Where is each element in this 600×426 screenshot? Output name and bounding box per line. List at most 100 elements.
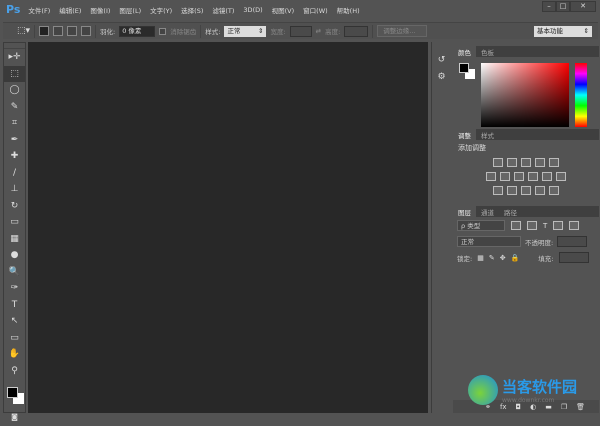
new-selection-icon[interactable]: [39, 26, 50, 36]
width-input[interactable]: [289, 25, 312, 37]
foreground-color[interactable]: [459, 63, 469, 73]
move-tool[interactable]: ▸✛: [4, 49, 25, 66]
crop-tool[interactable]: ⌗: [4, 115, 25, 132]
filter-type-icon[interactable]: T: [543, 222, 547, 230]
marquee-tool[interactable]: ⬚: [4, 65, 25, 82]
right-panels: 颜色 色板 调整 样式 添加调整 图层 通道 路径 ρ 类型 T 正常 不透明度…: [453, 42, 599, 413]
hue-saturation-icon[interactable]: [486, 172, 496, 181]
invert-icon[interactable]: [493, 186, 503, 195]
marquee-preset-icon[interactable]: ⬚▾: [17, 26, 30, 36]
black-white-icon[interactable]: [514, 172, 524, 181]
path-select-tool[interactable]: ↖: [4, 313, 25, 330]
properties-icon[interactable]: ⚙: [432, 69, 451, 86]
dodge-tool[interactable]: 🔍: [4, 264, 25, 281]
filter-smart-icon[interactable]: [569, 221, 580, 230]
foreground-color[interactable]: [7, 387, 18, 398]
menu-window[interactable]: 窗口(W): [303, 5, 328, 15]
menu-type[interactable]: 文字(Y): [150, 5, 172, 15]
canvas-area[interactable]: [28, 42, 428, 413]
menu-select[interactable]: 选择(S): [181, 5, 203, 15]
fill-input[interactable]: [558, 252, 589, 263]
tab-color[interactable]: 颜色: [453, 46, 476, 57]
gradient-tool[interactable]: ▦: [4, 231, 25, 248]
color-picker-field[interactable]: [481, 63, 569, 127]
maximize-button[interactable]: □: [556, 1, 570, 12]
add-selection-icon[interactable]: [53, 26, 64, 36]
color-lookup-icon[interactable]: [556, 172, 566, 181]
menu-edit[interactable]: 编辑(E): [59, 5, 81, 15]
history-icon[interactable]: ↺: [432, 52, 451, 69]
color-balance-icon[interactable]: [500, 172, 510, 181]
adjust-panel-tabs: 调整 样式: [453, 129, 599, 140]
photo-filter-icon[interactable]: [528, 172, 538, 181]
shape-tool[interactable]: ▭: [4, 330, 25, 347]
hue-slider[interactable]: [575, 63, 587, 127]
filter-adjust-icon[interactable]: [527, 221, 537, 230]
menu-image[interactable]: 图像(I): [90, 5, 110, 15]
eraser-tool[interactable]: ▭: [4, 214, 25, 231]
lasso-tool[interactable]: ◯: [4, 82, 25, 99]
trash-icon[interactable]: 🗑: [576, 403, 585, 411]
layer-filter-select[interactable]: ρ 类型: [457, 220, 505, 231]
menu-3d[interactable]: 3D(D): [243, 6, 262, 14]
subtract-selection-icon[interactable]: [67, 26, 78, 36]
channel-mixer-icon[interactable]: [542, 172, 552, 181]
opacity-input[interactable]: [557, 236, 588, 247]
posterize-icon[interactable]: [507, 186, 517, 195]
hand-tool[interactable]: ✋: [4, 346, 25, 363]
filter-pixel-icon[interactable]: [511, 221, 521, 230]
eyedropper-tool[interactable]: ✒: [4, 132, 25, 149]
close-button[interactable]: ✕: [570, 1, 596, 12]
menu-layer[interactable]: 图层(L): [119, 5, 141, 15]
color-panel-tabs: 颜色 色板: [453, 46, 599, 57]
color-swatches[interactable]: [4, 379, 25, 409]
antialias-checkbox[interactable]: [159, 27, 167, 35]
menu-help[interactable]: 帮助(H): [337, 5, 360, 15]
history-brush-tool[interactable]: ↻: [4, 198, 25, 215]
divider: [372, 24, 374, 38]
menu-filter[interactable]: 滤镜(T): [212, 5, 234, 15]
intersect-selection-icon[interactable]: [81, 26, 92, 36]
quick-mask-icon[interactable]: ◙: [4, 409, 25, 426]
tab-channels[interactable]: 通道: [476, 206, 499, 217]
lock-position-icon[interactable]: ✥: [500, 254, 506, 262]
type-tool[interactable]: T: [4, 297, 25, 314]
lock-pixels-icon[interactable]: ✎: [489, 254, 495, 262]
tab-paths[interactable]: 路径: [499, 206, 522, 217]
gradient-map-icon[interactable]: [549, 186, 559, 195]
tab-swatches[interactable]: 色板: [476, 46, 499, 57]
tab-adjustments[interactable]: 调整: [453, 129, 476, 140]
style-label: 样式:: [205, 28, 221, 36]
swap-icon[interactable]: ⇄: [316, 27, 321, 35]
menu-file[interactable]: 文件(F): [28, 5, 50, 15]
blur-tool[interactable]: ●: [4, 247, 25, 264]
curves-icon[interactable]: [521, 158, 531, 167]
lock-all-icon[interactable]: 🔒: [511, 254, 520, 262]
feather-input[interactable]: 0 像素: [119, 25, 156, 37]
tab-layers[interactable]: 图层: [453, 206, 476, 217]
workspace-select[interactable]: 基本功能 ⇕: [534, 25, 592, 37]
blend-mode-select[interactable]: 正常: [457, 236, 521, 247]
exposure-icon[interactable]: [535, 158, 545, 167]
tab-styles[interactable]: 样式: [476, 129, 499, 140]
refine-edge-button[interactable]: 调整边缘...: [377, 25, 428, 37]
height-input[interactable]: [344, 25, 369, 37]
threshold-icon[interactable]: [521, 186, 531, 195]
filter-shape-icon[interactable]: [553, 221, 564, 230]
vibrance-icon[interactable]: [549, 158, 559, 167]
brush-tool[interactable]: /: [4, 165, 25, 182]
style-select[interactable]: 正常 ⇕: [224, 25, 267, 37]
healing-tool[interactable]: ✚: [4, 148, 25, 165]
antialias-label: 消除锯齿: [170, 28, 197, 36]
levels-icon[interactable]: [507, 158, 517, 167]
stamp-tool[interactable]: ⊥: [4, 181, 25, 198]
pen-tool[interactable]: ✑: [4, 280, 25, 297]
brightness-icon[interactable]: [493, 158, 503, 167]
selective-color-icon[interactable]: [535, 186, 545, 195]
quick-select-tool[interactable]: ✎: [4, 99, 25, 116]
minimize-button[interactable]: –: [542, 1, 556, 12]
watermark: 当客软件园 www.downkr.com: [468, 375, 577, 405]
zoom-tool[interactable]: ⚲: [4, 363, 25, 380]
menu-view[interactable]: 视图(V): [272, 5, 295, 15]
lock-transparent-icon[interactable]: ▦: [477, 254, 484, 262]
